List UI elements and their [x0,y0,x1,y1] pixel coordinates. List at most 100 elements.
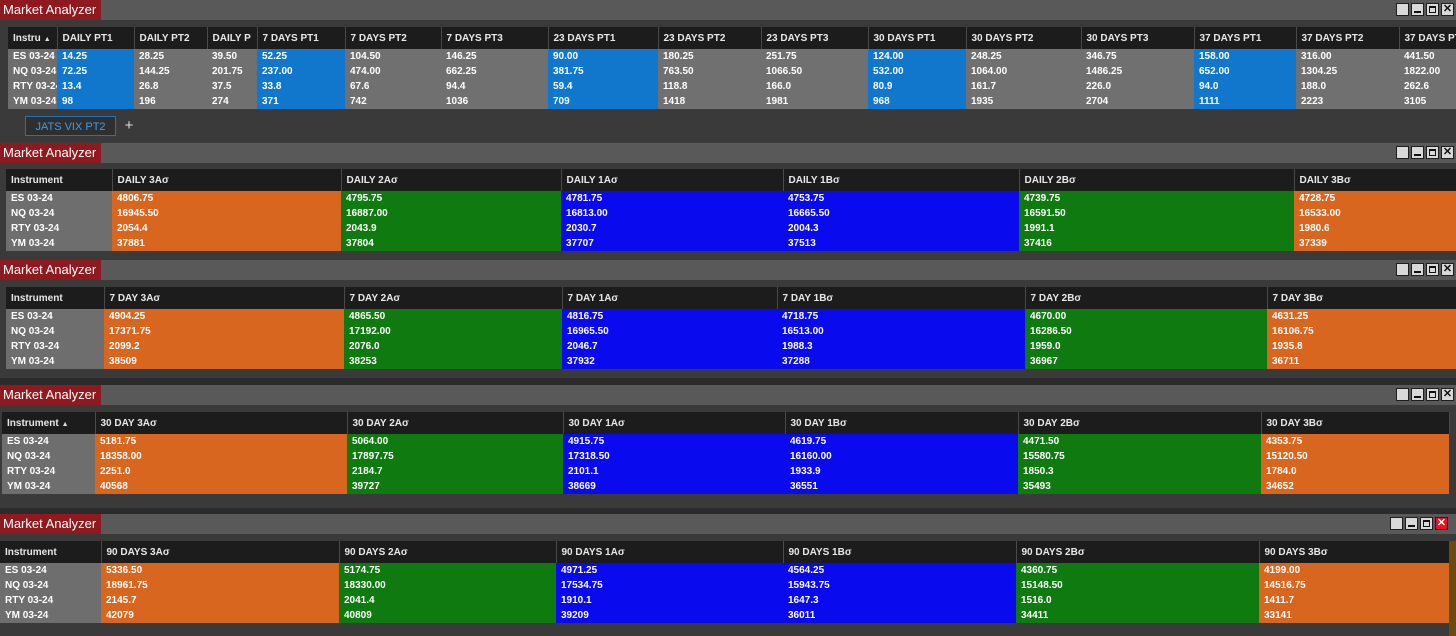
value-cell[interactable]: 1981 [761,94,868,109]
value-cell[interactable]: 17192.00 [344,324,562,339]
column-header[interactable]: 7 DAY 3Bσ [1267,287,1456,309]
value-cell[interactable]: 13.4 [57,79,134,94]
column-header[interactable]: 23 DAYS PT1 [548,27,659,49]
minimize-icon[interactable] [1411,388,1424,401]
value-cell[interactable]: 18330.00 [339,578,556,593]
instrument-cell[interactable]: ES 03-24 [2,434,95,449]
column-header-instrument[interactable]: Instrument [0,541,102,563]
column-header[interactable]: DAILY 3Aσ [112,169,342,191]
value-cell[interactable]: 2054.4 [112,221,341,236]
table-row[interactable]: YM 03-24 38509 38253 37932 37288 36967 36711 [6,354,1456,369]
column-header[interactable]: 30 DAY 3Aσ [95,412,348,434]
value-cell[interactable]: 2046.7 [562,339,777,354]
value-cell[interactable]: 17534.75 [556,578,783,593]
value-cell[interactable]: 4670.00 [1025,309,1267,324]
column-header[interactable]: 30 DAY 2Bσ [1018,412,1262,434]
instrument-cell[interactable]: YM 03-24 [0,608,101,623]
value-cell[interactable]: 2076.0 [344,339,562,354]
instrument-cell[interactable]: NQ 03-24 [8,64,57,79]
table-row[interactable]: ES 03-24 4806.75 4795.75 4781.75 4753.75 4739… [6,191,1456,206]
column-header[interactable]: 7 DAY 2Aσ [344,287,563,309]
value-cell[interactable]: 14.25 [57,49,134,64]
column-header[interactable]: DAILY 3Bσ [1294,169,1456,191]
value-cell[interactable]: 36551 [785,479,1018,494]
value-cell[interactable]: 251.75 [761,49,868,64]
value-cell[interactable]: 16533.00 [1294,206,1456,221]
value-cell[interactable]: 26.8 [134,79,207,94]
value-cell[interactable]: 180.25 [658,49,761,64]
value-cell[interactable]: 36011 [783,608,1016,623]
table-row[interactable]: ES 03-24 5181.75 5064.00 4915.75 4619.75 4471… [2,434,1449,449]
value-cell[interactable]: 38509 [104,354,344,369]
instrument-cell[interactable]: RTY 03-24 [2,464,95,479]
minimize-icon[interactable] [1411,263,1424,276]
value-cell[interactable]: 2251.0 [95,464,347,479]
value-cell[interactable]: 166.0 [761,79,868,94]
value-cell[interactable]: 37707 [561,236,783,251]
value-cell[interactable]: 37416 [1019,236,1294,251]
value-cell[interactable]: 4199.00 [1259,563,1449,578]
instrument-cell[interactable]: NQ 03-24 [6,324,104,339]
table-row[interactable]: NQ 03-24 18961.75 18330.00 17534.75 15943.75… [0,578,1449,593]
value-cell[interactable]: 38253 [344,354,562,369]
column-header[interactable]: 23 DAYS PT2 [658,27,762,49]
restore-icon[interactable] [1396,263,1409,276]
column-header[interactable]: 30 DAY 1Bσ [785,412,1019,434]
value-cell[interactable]: 662.25 [441,64,548,79]
value-cell[interactable]: 124.00 [868,49,966,64]
value-cell[interactable]: 4718.75 [777,309,1025,324]
value-cell[interactable]: 17897.75 [347,449,563,464]
instrument-cell[interactable]: RTY 03-24 [6,221,112,236]
value-cell[interactable]: 237.00 [257,64,345,79]
maximize-icon[interactable] [1426,146,1439,159]
value-cell[interactable]: 161.7 [966,79,1081,94]
value-cell[interactable]: 1111 [1194,94,1296,109]
value-cell[interactable]: 16665.50 [783,206,1019,221]
column-header[interactable]: 37 DAYS PT1 [1194,27,1297,49]
column-header[interactable]: 7 DAY 1Bσ [777,287,1026,309]
value-cell[interactable]: 763.50 [658,64,761,79]
value-cell[interactable]: 4781.75 [561,191,783,206]
value-cell[interactable]: 2184.7 [347,464,563,479]
value-cell[interactable]: 16513.00 [777,324,1025,339]
value-cell[interactable]: 2043.9 [341,221,561,236]
value-cell[interactable]: 1064.00 [966,64,1081,79]
maximize-icon[interactable] [1426,388,1439,401]
value-cell[interactable]: 1935.8 [1267,339,1456,354]
value-cell[interactable]: 16591.50 [1019,206,1294,221]
value-cell[interactable]: 4728.75 [1294,191,1456,206]
value-cell[interactable]: 17371.75 [104,324,344,339]
instrument-cell[interactable]: YM 03-24 [6,354,104,369]
table-row[interactable]: NQ 03-24 16945.50 16887.00 16813.00 16665.50… [6,206,1456,221]
value-cell[interactable]: 42079 [101,608,339,623]
close-icon[interactable]: ✕ [1441,388,1454,401]
column-header[interactable]: DAILY 1Bσ [783,169,1020,191]
value-cell[interactable]: 709 [548,94,658,109]
value-cell[interactable]: 1822.00 [1399,64,1456,79]
value-cell[interactable]: 4904.25 [104,309,344,324]
value-cell[interactable]: 16965.50 [562,324,777,339]
column-header[interactable]: 30 DAY 3Bσ [1261,412,1450,434]
table-row[interactable]: RTY 03-24 2054.4 2043.9 2030.7 2004.3 1991.1 1… [6,221,1456,236]
column-header[interactable]: 7 DAYS PT1 [257,27,346,49]
minimize-icon[interactable] [1411,3,1424,16]
instrument-cell[interactable]: ES 03-24 [6,309,104,324]
sort-ascending-icon[interactable]: ▲ [44,36,51,43]
instrument-cell[interactable]: ES 03-24 [6,191,112,206]
title-bar[interactable]: Market Analyzer ✕ [0,385,1456,405]
column-header[interactable]: 90 DAYS 3Aσ [101,541,340,563]
value-cell[interactable]: 28.25 [134,49,207,64]
value-cell[interactable]: 1418 [658,94,761,109]
value-cell[interactable]: 226.0 [1081,79,1194,94]
column-header[interactable]: 90 DAYS 1Aσ [556,541,784,563]
value-cell[interactable]: 274 [207,94,257,109]
value-cell[interactable]: 4971.25 [556,563,783,578]
table-row[interactable]: YM 03-24 42079 40809 39209 36011 34411 33141 [0,608,1449,623]
maximize-icon[interactable] [1420,517,1433,530]
instrument-cell[interactable]: YM 03-24 [2,479,95,494]
value-cell[interactable]: 15120.50 [1261,449,1449,464]
column-header[interactable]: 30 DAY 2Aσ [347,412,564,434]
value-cell[interactable]: 18358.00 [95,449,347,464]
table-row[interactable]: ES 03-24 5336.50 5174.75 4971.25 4564.25 4360… [0,563,1449,578]
restore-icon[interactable] [1390,517,1403,530]
